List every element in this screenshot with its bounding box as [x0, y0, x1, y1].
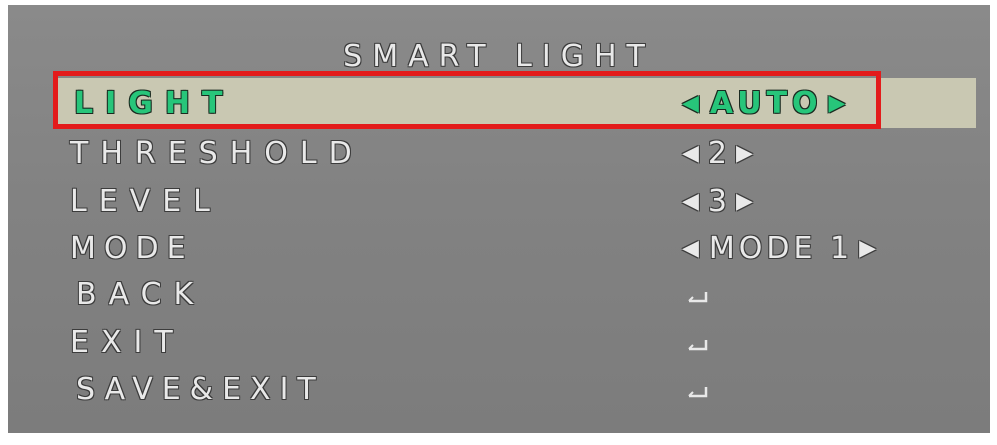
menu-item-save-exit[interactable]: SAVE&EXIT — [8, 367, 990, 413]
back-enter-control[interactable] — [676, 272, 708, 318]
enter-icon — [688, 292, 708, 303]
menu-item-light[interactable]: LIGHT ◀ AUTO ▶ — [8, 81, 990, 127]
left-arrow-icon[interactable]: ◀ — [682, 179, 702, 225]
right-arrow-icon[interactable]: ▶ — [736, 131, 756, 177]
mode-value: MODE 1 — [708, 231, 854, 266]
menu-item-label: THRESHOLD — [70, 136, 364, 171]
right-arrow-icon[interactable]: ▶ — [859, 226, 880, 272]
menu-item-back[interactable]: BACK — [8, 272, 990, 318]
mode-value-control[interactable]: ◀ MODE 1 ▶ — [676, 226, 886, 272]
light-value-control[interactable]: ◀ AUTO ▶ — [676, 81, 856, 127]
exit-enter-control[interactable] — [676, 320, 708, 366]
threshold-value-control[interactable]: ◀ 2 ▶ — [676, 131, 762, 177]
level-value: 3 — [707, 184, 731, 219]
menu-item-level[interactable]: LEVEL ◀ 3 ▶ — [8, 179, 990, 225]
save-exit-enter-control[interactable] — [676, 367, 708, 413]
threshold-value: 2 — [707, 136, 731, 171]
menu-item-label: MODE — [70, 231, 194, 266]
right-arrow-icon[interactable]: ▶ — [829, 81, 851, 127]
menu-item-label: LIGHT — [74, 86, 235, 121]
left-arrow-icon[interactable]: ◀ — [682, 81, 704, 127]
left-arrow-icon[interactable]: ◀ — [682, 131, 702, 177]
enter-icon — [688, 387, 708, 398]
menu-item-mode[interactable]: MODE ◀ MODE 1 ▶ — [8, 226, 990, 272]
right-arrow-icon[interactable]: ▶ — [736, 179, 756, 225]
left-arrow-icon[interactable]: ◀ — [682, 226, 703, 272]
menu-item-label: LEVEL — [70, 184, 222, 219]
light-value: AUTO — [709, 86, 823, 121]
menu-item-exit[interactable]: EXIT — [8, 320, 990, 366]
menu-item-label: SAVE&EXIT — [76, 372, 325, 407]
menu-title: SMART LIGHT — [343, 39, 655, 74]
enter-icon — [688, 340, 708, 351]
osd-menu-screen: SMART LIGHT LIGHT ◀ AUTO ▶ THRESHOLD ◀ 2… — [8, 5, 990, 433]
menu-item-label: EXIT — [70, 325, 185, 360]
level-value-control[interactable]: ◀ 3 ▶ — [676, 179, 762, 225]
menu-item-threshold[interactable]: THRESHOLD ◀ 2 ▶ — [8, 131, 990, 177]
menu-item-label: BACK — [76, 277, 206, 312]
